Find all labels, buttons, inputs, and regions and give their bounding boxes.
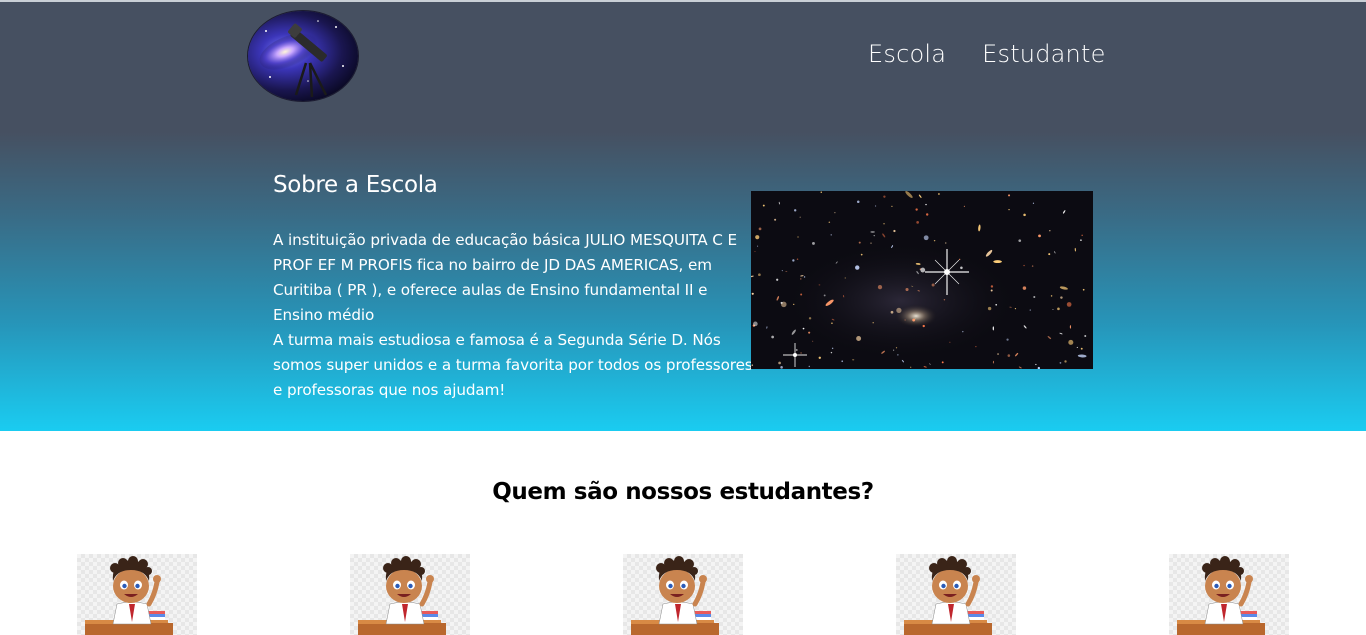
site-header: Escola Estudante <box>0 2 1366 132</box>
about-section: Sobre a Escola A instituição privada de … <box>273 172 753 403</box>
hero-section: Escola Estudante Sobre a Escola A instit… <box>0 0 1366 431</box>
about-paragraph-class: A turma mais estudiosa e famosa é a Segu… <box>273 331 753 399</box>
nav-link-estudante[interactable]: Estudante <box>982 40 1105 68</box>
telescope-logo-icon[interactable] <box>248 11 358 101</box>
student-card[interactable] <box>896 554 1016 635</box>
about-title: Sobre a Escola <box>273 172 438 198</box>
student-card[interactable] <box>623 554 743 635</box>
students-title: Quem são nossos estudantes? <box>492 479 874 505</box>
students-section: Quem são nossos estudantes? <box>0 431 1366 635</box>
nav-link-escola[interactable]: Escola <box>868 40 946 68</box>
about-paragraph-school: A instituição privada de educação básica… <box>273 231 737 324</box>
main-nav: Escola Estudante <box>868 40 1106 68</box>
student-card[interactable] <box>350 554 470 635</box>
student-cartoon-icon <box>358 556 446 635</box>
student-cartoon-icon <box>631 556 719 635</box>
deep-field-galaxy-image <box>751 191 1093 369</box>
student-cartoon-icon <box>85 556 173 635</box>
student-cartoon-icon <box>1177 556 1265 635</box>
student-cartoon-icon <box>904 556 992 635</box>
student-card[interactable] <box>77 554 197 635</box>
student-card[interactable] <box>1169 554 1289 635</box>
